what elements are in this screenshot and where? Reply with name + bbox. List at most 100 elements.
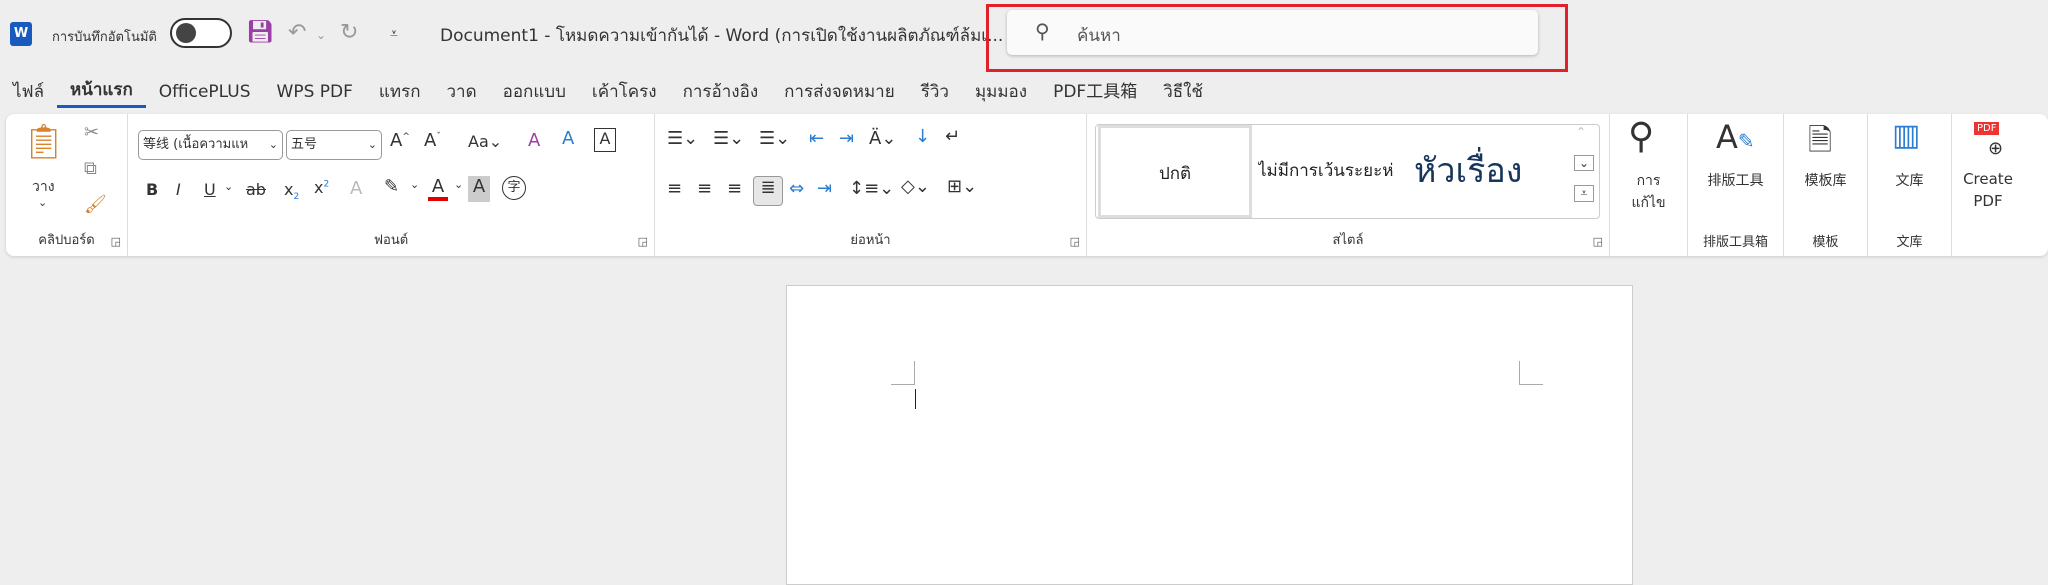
text-cursor bbox=[915, 389, 916, 409]
borders-icon[interactable]: ⊞⌄ bbox=[947, 176, 977, 197]
style-no-spacing[interactable]: ไม่มีการเว้นระยะห่ bbox=[1258, 125, 1408, 218]
tab-wps-pdf[interactable]: WPS PDF bbox=[264, 76, 366, 108]
copy-icon[interactable]: ⧉ bbox=[84, 158, 97, 179]
highlight-dropdown-icon[interactable]: ⌄ bbox=[410, 178, 419, 191]
styles-launcher-icon[interactable]: ◲ bbox=[1593, 235, 1603, 248]
tab-review[interactable]: รีวิว bbox=[908, 76, 962, 108]
customize-toolbar-icon[interactable]: ⩡ bbox=[390, 26, 398, 42]
style-normal[interactable]: ปกติ bbox=[1098, 125, 1252, 218]
font-color-dropdown-icon[interactable]: ⌄ bbox=[454, 178, 463, 191]
grow-font-icon[interactable]: A^ bbox=[390, 130, 410, 151]
editing-group[interactable]: ⚲ การ แก้ไข bbox=[1610, 114, 1688, 256]
text-effects-icon[interactable]: A bbox=[350, 178, 362, 199]
clear-formatting-icon[interactable]: A bbox=[528, 130, 540, 151]
distribute-columns-icon[interactable]: ⇥ bbox=[817, 178, 832, 199]
multilevel-list-icon[interactable]: ☰⌄ bbox=[759, 128, 790, 149]
justify-icon[interactable]: ≣ bbox=[753, 176, 783, 206]
tab-officeplus[interactable]: OfficePLUS bbox=[146, 76, 264, 108]
underline-icon[interactable]: U bbox=[204, 180, 216, 199]
pdf-badge-icon: PDF bbox=[1974, 122, 2000, 135]
tab-file[interactable]: ไฟล์ bbox=[0, 76, 57, 108]
typeset-group: A✎ 排版工具 排版工具箱 bbox=[1688, 114, 1784, 256]
typeset-icon[interactable]: A✎ bbox=[1716, 118, 1755, 156]
shading-icon[interactable]: ◇⌄ bbox=[901, 176, 930, 197]
format-painter-icon[interactable]: 🖌︎ bbox=[84, 194, 107, 215]
character-scaling-icon[interactable]: Ä⌄ bbox=[869, 128, 896, 149]
shrink-font-icon[interactable]: Aˇ bbox=[424, 130, 441, 151]
styles-scroll-up-icon[interactable]: ⌃ bbox=[1576, 125, 1586, 139]
paste-label[interactable]: วาง bbox=[32, 176, 55, 198]
character-border-icon[interactable]: A bbox=[594, 128, 616, 152]
cut-icon[interactable]: ✂ bbox=[84, 122, 99, 143]
create-pdf-label-line1: Create bbox=[1963, 170, 2013, 188]
italic-icon[interactable]: I bbox=[176, 180, 181, 199]
bullets-icon[interactable]: ☰⌄ bbox=[667, 128, 698, 149]
undo-dropdown-icon[interactable]: ⌄ bbox=[316, 28, 326, 42]
tab-mailings[interactable]: การส่งจดหมาย bbox=[771, 76, 908, 108]
find-icon: ⚲ bbox=[1628, 116, 1655, 157]
align-left-icon[interactable]: ≡ bbox=[667, 178, 682, 199]
word-app-icon: W bbox=[10, 22, 32, 46]
typeset-button[interactable]: 排版工具 bbox=[1688, 170, 1783, 190]
document-page[interactable] bbox=[786, 285, 1633, 585]
show-formatting-marks-icon[interactable]: ↵ bbox=[945, 126, 960, 147]
font-color-icon[interactable]: A bbox=[428, 176, 448, 201]
library-icon[interactable]: ▥ bbox=[1892, 118, 1920, 153]
distributed-icon[interactable]: ⇔ bbox=[789, 178, 804, 199]
chevron-down-icon: ⌄ bbox=[268, 138, 278, 151]
tab-view[interactable]: มุมมอง bbox=[962, 76, 1040, 108]
redo-icon[interactable]: ↻ bbox=[340, 20, 358, 45]
line-spacing-icon[interactable]: ↕≡⌄ bbox=[849, 178, 894, 199]
tab-layout[interactable]: เค้าโครง bbox=[579, 76, 670, 108]
search-box[interactable]: ⚲ ค้นหา bbox=[1007, 10, 1538, 55]
bold-icon[interactable]: B bbox=[146, 180, 158, 199]
create-pdf-group[interactable]: PDF ⊕ Create PDF bbox=[1952, 114, 2048, 256]
character-shading-icon[interactable]: A bbox=[468, 176, 490, 202]
chevron-down-icon: ⌄ bbox=[367, 138, 377, 151]
title-bar: W การบันทึกอัตโนมัติ 💾︎ ↶ ⌄ ↻ ⩡ Document… bbox=[0, 0, 2048, 72]
decrease-indent-icon[interactable]: ⇤ bbox=[809, 128, 824, 149]
align-center-icon[interactable]: ≡ bbox=[697, 178, 712, 199]
phonetic-guide-icon[interactable]: A bbox=[562, 128, 574, 149]
tab-pdf-toolbox[interactable]: PDF工具箱 bbox=[1040, 76, 1150, 108]
tab-home[interactable]: หน้าแรก bbox=[57, 76, 146, 108]
superscript-icon[interactable]: x2 bbox=[314, 178, 329, 197]
save-icon[interactable]: 💾︎ bbox=[246, 20, 274, 45]
editing-label-line1: การ bbox=[1636, 173, 1661, 189]
editing-label-line2: แก้ไข bbox=[1631, 195, 1666, 211]
tab-draw[interactable]: วาด bbox=[434, 76, 490, 108]
library-group: ▥ 文库 文库 bbox=[1868, 114, 1952, 256]
align-right-icon[interactable]: ≡ bbox=[727, 178, 742, 199]
styles-more-icon[interactable]: ⩡ bbox=[1574, 185, 1594, 202]
autosave-toggle[interactable] bbox=[170, 18, 232, 48]
clipboard-launcher-icon[interactable]: ◲ bbox=[111, 235, 121, 248]
enclose-characters-icon[interactable]: 字 bbox=[502, 176, 526, 200]
ribbon: 📋︎ วาง ⌄ ✂ ⧉ 🖌︎ คลิปบอร์ด ◲ 等线 (เนื้อควา… bbox=[6, 114, 2048, 256]
search-icon: ⚲ bbox=[1035, 19, 1050, 43]
highlight-color-icon[interactable]: ✎ bbox=[384, 176, 399, 197]
font-size-select[interactable]: 五号 ⌄ bbox=[286, 130, 382, 160]
tab-design[interactable]: ออกแบบ bbox=[490, 76, 579, 108]
numbering-icon[interactable]: ☰⌄ bbox=[713, 128, 744, 149]
tab-help[interactable]: วิธีใช้ bbox=[1150, 76, 1216, 108]
strikethrough-icon[interactable]: ab bbox=[246, 180, 266, 199]
template-library-icon[interactable]: 🗎︎ bbox=[1808, 118, 1832, 169]
template-library-button[interactable]: 模板库 bbox=[1784, 170, 1867, 190]
paste-icon[interactable]: 📋︎ bbox=[22, 122, 65, 162]
tab-references[interactable]: การอ้างอิง bbox=[670, 76, 772, 108]
paragraph-launcher-icon[interactable]: ◲ bbox=[1070, 235, 1080, 248]
library-button[interactable]: 文库 bbox=[1868, 170, 1951, 190]
paste-dropdown-icon[interactable]: ⌄ bbox=[38, 196, 47, 209]
sort-icon[interactable]: ↓ bbox=[915, 126, 930, 147]
templates-group-label: 模板 bbox=[1812, 235, 1839, 250]
tab-insert[interactable]: แทรก bbox=[366, 76, 434, 108]
undo-icon[interactable]: ↶ bbox=[288, 20, 306, 45]
change-case-button[interactable]: Aa⌄ bbox=[468, 132, 502, 151]
styles-scroll-down-icon[interactable]: ⌄ bbox=[1574, 155, 1594, 171]
increase-indent-icon[interactable]: ⇥ bbox=[839, 128, 854, 149]
subscript-icon[interactable]: x2 bbox=[284, 180, 299, 202]
font-launcher-icon[interactable]: ◲ bbox=[638, 235, 648, 248]
font-name-select[interactable]: 等线 (เนื้อความแห ⌄ bbox=[138, 130, 283, 160]
style-title[interactable]: หัวเรื่อง bbox=[1414, 125, 1522, 218]
underline-dropdown-icon[interactable]: ⌄ bbox=[224, 180, 233, 193]
